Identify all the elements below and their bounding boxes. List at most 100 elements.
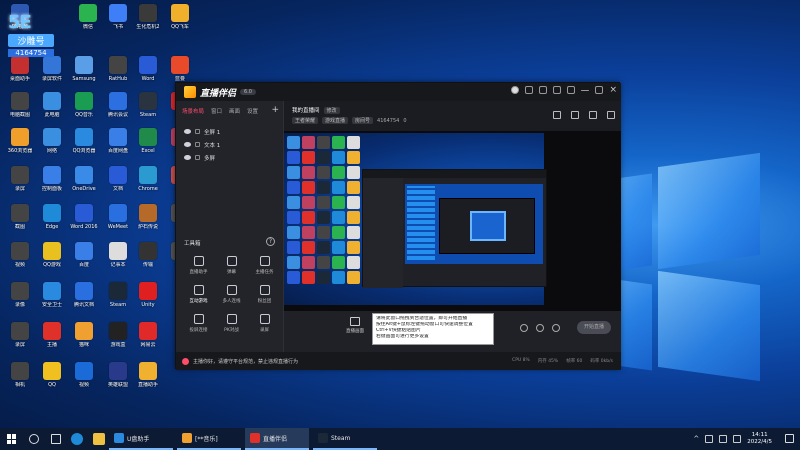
desktop-icon[interactable]: WeMeet xyxy=(102,204,134,238)
avatar-icon[interactable] xyxy=(511,86,520,94)
desktop-icon[interactable]: Edge xyxy=(36,204,68,238)
camera-icon[interactable] xyxy=(520,324,528,332)
clock[interactable]: 14:11 2022/4/5 xyxy=(747,432,772,446)
notification-icon[interactable] xyxy=(785,434,794,443)
category-tag[interactable]: 游戏直播 xyxy=(322,117,349,124)
menu-icon[interactable] xyxy=(567,86,576,94)
title-bar[interactable]: 直播伴侣 6.0 × xyxy=(176,83,621,101)
desktop-icon[interactable]: Excel xyxy=(132,128,164,162)
tab-screen[interactable]: 画面 xyxy=(229,107,240,115)
bell-icon[interactable] xyxy=(553,86,562,94)
desktop-icon[interactable]: Samsung xyxy=(68,56,100,90)
desktop-icon[interactable]: 文档 xyxy=(102,166,134,200)
more-icon[interactable] xyxy=(607,111,615,119)
live-screen-button[interactable]: 直播画面 xyxy=(342,317,368,334)
desktop-icon[interactable]: 百度 xyxy=(68,242,100,276)
eye-icon[interactable] xyxy=(184,129,191,134)
taskbar-item[interactable]: U盘助手 xyxy=(109,428,173,450)
desktop-icon[interactable]: 英雄联盟 xyxy=(102,362,134,396)
desktop-icon[interactable]: 猫咪 xyxy=(68,322,100,356)
desktop-icon[interactable]: 飞书 xyxy=(102,4,134,38)
chevron-up-icon[interactable]: ^ xyxy=(693,435,699,443)
desktop-icon[interactable]: QQ xyxy=(36,362,68,396)
task-view-icon[interactable] xyxy=(51,434,61,444)
desktop-icon[interactable]: 百度网盘 xyxy=(102,128,134,162)
desktop-icon[interactable]: Steam xyxy=(102,282,134,316)
network-icon[interactable] xyxy=(705,435,714,443)
desktop-icon[interactable]: 视频 xyxy=(4,242,36,276)
desktop-icon[interactable]: 360浏览器 xyxy=(4,128,36,162)
mic-icon[interactable] xyxy=(536,324,544,332)
lock-icon[interactable] xyxy=(195,142,200,147)
desktop-icon[interactable]: 电脑截图 xyxy=(4,92,36,126)
search-icon[interactable] xyxy=(29,434,39,444)
desktop-icon[interactable]: 生化危机2 xyxy=(132,4,164,38)
start-button[interactable] xyxy=(7,434,17,444)
desktop-icon[interactable]: 腾讯会议 xyxy=(102,92,134,126)
tool-record[interactable]: 录屏 xyxy=(248,314,281,333)
desktop-icon[interactable]: 视频 xyxy=(68,362,100,396)
desktop-icon[interactable]: OneDrive xyxy=(68,166,100,200)
lock-icon[interactable] xyxy=(195,155,200,160)
tab-settings[interactable]: 设置 xyxy=(247,107,258,115)
desktop-icon[interactable]: RatHub xyxy=(102,56,134,90)
lock-icon[interactable] xyxy=(195,129,200,134)
tab-window[interactable]: 窗口 xyxy=(211,107,222,115)
taskbar-item[interactable]: [**音乐] xyxy=(177,428,241,450)
tool-pk[interactable]: PK对战 xyxy=(215,314,248,333)
desktop-icon[interactable]: 录屏 xyxy=(4,322,36,356)
desktop-icon[interactable]: 录像 xyxy=(4,282,36,316)
ime-icon[interactable] xyxy=(733,435,742,443)
gear-icon[interactable] xyxy=(552,324,560,332)
folder-icon[interactable] xyxy=(93,433,105,445)
desktop-icon[interactable]: 控制面板 xyxy=(36,166,68,200)
edge-icon[interactable] xyxy=(71,433,83,445)
tool-games[interactable]: 互动游戏 xyxy=(182,285,215,304)
desktop-icon[interactable]: QQ浏览器 xyxy=(68,128,100,162)
tool-cast[interactable]: 投屏连接 xyxy=(182,314,215,333)
volume-icon[interactable] xyxy=(719,435,728,443)
message-icon[interactable] xyxy=(539,86,548,94)
desktop-icon[interactable]: 网络 xyxy=(36,128,68,162)
add-scene-button[interactable]: + xyxy=(271,105,279,115)
desktop-icon[interactable]: 腾讯文档 xyxy=(68,282,100,316)
game-tag[interactable]: 王者荣耀 xyxy=(292,117,319,124)
close-icon[interactable]: × xyxy=(609,86,617,95)
desktop-icon[interactable]: 此电脑 xyxy=(36,92,68,126)
tool-fan-club[interactable]: 粉丝团 xyxy=(248,285,281,304)
start-live-button[interactable]: 开始直播 xyxy=(577,321,611,334)
eye-icon[interactable] xyxy=(184,142,191,147)
desktop-icon[interactable]: 直播助手 xyxy=(132,362,164,396)
desktop-icon[interactable]: 记事本 xyxy=(102,242,134,276)
tool-danmaku[interactable]: 弹幕 xyxy=(215,256,248,275)
layer-item[interactable]: 多屏 xyxy=(176,151,283,164)
desktop-icon[interactable]: 截图 xyxy=(4,204,36,238)
taskbar-item[interactable]: Steam xyxy=(313,428,377,450)
tool-multi-link[interactable]: 多人连线 xyxy=(215,285,248,304)
gift-icon[interactable] xyxy=(525,86,534,94)
help-icon[interactable]: ? xyxy=(266,237,275,246)
desktop-icon[interactable]: 网易云 xyxy=(132,322,164,356)
desktop-icon[interactable]: 微信 xyxy=(72,4,104,38)
desktop-icon[interactable]: 相机 xyxy=(4,362,36,396)
layer-item[interactable]: 全屏 1 xyxy=(176,125,283,138)
desktop-icon[interactable]: Word 2016 xyxy=(68,204,100,238)
live-preview[interactable] xyxy=(284,131,621,311)
desktop-icon[interactable]: Steam xyxy=(132,92,164,126)
desktop-icon[interactable]: 安全卫士 xyxy=(36,282,68,316)
desktop-icon[interactable]: QQ游戏 xyxy=(36,242,68,276)
maximize-icon[interactable] xyxy=(595,86,604,94)
desktop-icon[interactable]: 炉石传说 xyxy=(132,204,164,238)
desktop-icon[interactable]: QQ音乐 xyxy=(68,92,100,126)
minimize-icon[interactable] xyxy=(581,89,590,91)
desktop-icon[interactable]: QQ飞车 xyxy=(164,4,196,38)
desktop-icon[interactable]: Chrome xyxy=(132,166,164,200)
record-icon[interactable] xyxy=(571,111,579,119)
taskbar-item[interactable]: 直播伴侣 xyxy=(245,428,309,450)
share-icon[interactable] xyxy=(553,111,561,119)
edit-title-button[interactable]: 修改 xyxy=(323,106,340,114)
settings-icon[interactable] xyxy=(589,111,597,119)
desktop-icon[interactable]: 录屏 xyxy=(4,166,36,200)
desktop-icon[interactable]: 主播 xyxy=(36,322,68,356)
tab-scene[interactable]: 场景布局 xyxy=(182,107,204,115)
